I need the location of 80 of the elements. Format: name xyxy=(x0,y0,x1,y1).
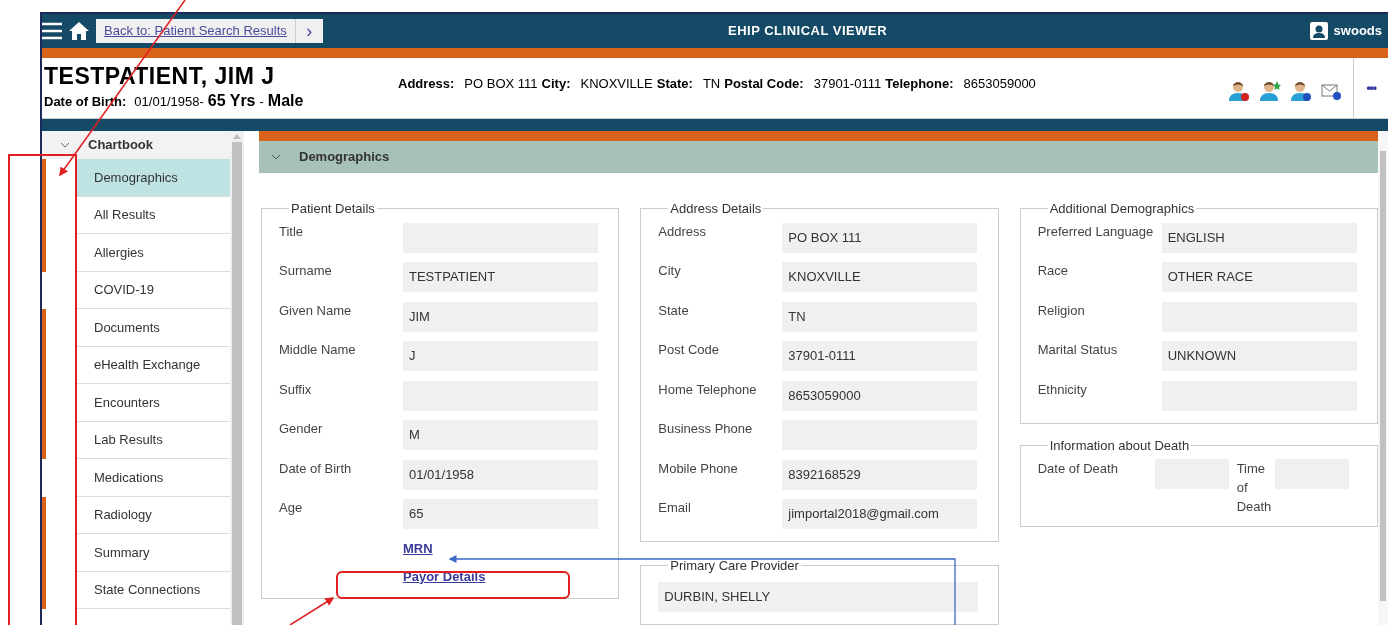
field-value: ENGLISH xyxy=(1161,222,1357,253)
field-label: Suffix xyxy=(279,380,313,396)
person-alert-icon[interactable] xyxy=(1228,80,1251,102)
field-value: 01/01/1958 xyxy=(403,459,598,490)
scroll-thumb[interactable] xyxy=(1380,151,1386,601)
user-name[interactable]: swoods xyxy=(1333,21,1382,41)
field-value: 8392168529 xyxy=(782,459,978,490)
field-label: Time of Death xyxy=(1236,460,1273,516)
patient-sex: Male xyxy=(267,91,304,111)
contact-value: 8653059000 xyxy=(963,75,1036,94)
field-label: Marital Status xyxy=(1037,341,1119,356)
field-label: Religion xyxy=(1037,301,1086,317)
field-label: Race xyxy=(1037,262,1069,277)
person-star-icon[interactable] xyxy=(1259,80,1282,102)
field-value: DURBIN, SHELLY xyxy=(658,581,979,612)
field-label: Preferred Language xyxy=(1037,222,1155,238)
collapse-icon[interactable] xyxy=(271,154,281,160)
contact-value: PO BOX 111 xyxy=(464,75,538,94)
contact-value: KNOXVILLE xyxy=(580,75,653,94)
collapse-icon[interactable] xyxy=(60,142,70,148)
field-label: Business Phone xyxy=(658,420,754,435)
field-label: Email xyxy=(658,499,692,514)
field-label: Middle Name xyxy=(279,341,357,356)
separator: - xyxy=(259,93,264,111)
panel-title: Patient Details xyxy=(290,200,376,218)
contact-label: City: xyxy=(541,75,571,94)
scroll-thumb[interactable] xyxy=(232,142,242,625)
panel-title: Additional Demographics xyxy=(1048,200,1196,218)
field-value: TESTPATIENT xyxy=(403,262,598,292)
field-value: jimportal2018@gmail.com xyxy=(782,499,978,529)
field-label: Address xyxy=(658,222,708,238)
patient-age: 65 Yrs xyxy=(207,91,256,111)
field-value: OTHER RACE xyxy=(1161,262,1357,292)
person-search-icon[interactable] xyxy=(1290,80,1313,102)
panel-title: Information about Death xyxy=(1048,436,1191,455)
field-label: Mobile Phone xyxy=(658,459,739,475)
mail-search-icon[interactable] xyxy=(1321,81,1344,101)
field-value: PO BOX 111 xyxy=(782,222,978,253)
contact-value: TN xyxy=(702,75,721,94)
annotation-arrow xyxy=(289,597,335,625)
field-label: Date of Birth xyxy=(279,459,353,475)
field-value: 8653059000 xyxy=(782,380,978,411)
app-title: EHIP CLINICAL VIEWER xyxy=(728,22,888,41)
panel-title: Address Details xyxy=(669,200,763,218)
field-label: Ethnicity xyxy=(1037,380,1088,396)
field-label: Given Name xyxy=(279,301,353,317)
field-label: Title xyxy=(279,222,305,238)
contact-label: Telephone: xyxy=(885,75,954,94)
forward-button[interactable]: › xyxy=(294,19,323,43)
panel-title: Primary Care Provider xyxy=(669,557,800,575)
more-button[interactable]: ••• xyxy=(1366,79,1376,97)
birth-date: 01/01/1958- xyxy=(134,93,204,111)
field-label: Home Telephone xyxy=(658,380,758,396)
field-label: Surname xyxy=(279,262,333,277)
link[interactable]: MRN xyxy=(403,539,433,559)
sidebar-title: Chartbook xyxy=(88,136,153,155)
field-value: J xyxy=(403,341,598,371)
contact-label: State: xyxy=(656,75,693,94)
contact-label: Address: xyxy=(398,75,455,94)
user-icon xyxy=(1309,22,1328,40)
field-value: JIM xyxy=(403,301,598,332)
contact-label: Postal Code: xyxy=(724,75,804,94)
field-label: City xyxy=(658,262,682,277)
field-value: UNKNOWN xyxy=(1161,341,1357,371)
contact-value: 37901-0111 xyxy=(813,75,882,94)
field-value: KNOXVILLE xyxy=(782,262,978,292)
field-label: Date of Death xyxy=(1037,460,1119,478)
section-header[interactable]: Demographics xyxy=(259,141,1378,173)
sidebar-item[interactable]: Demographics xyxy=(77,159,230,197)
field-label: Gender xyxy=(279,420,324,435)
menu-icon[interactable] xyxy=(42,22,62,40)
section-title: Demographics xyxy=(299,148,390,167)
field-label: Age xyxy=(279,499,304,514)
home-icon[interactable] xyxy=(68,21,90,41)
field-value: 65 xyxy=(403,499,598,529)
field-label: State xyxy=(658,301,690,317)
field-value: 37901-0111 xyxy=(782,341,978,371)
field-value: M xyxy=(403,420,598,450)
field-label: Post Code xyxy=(658,341,721,356)
field-value: TN xyxy=(782,301,978,332)
